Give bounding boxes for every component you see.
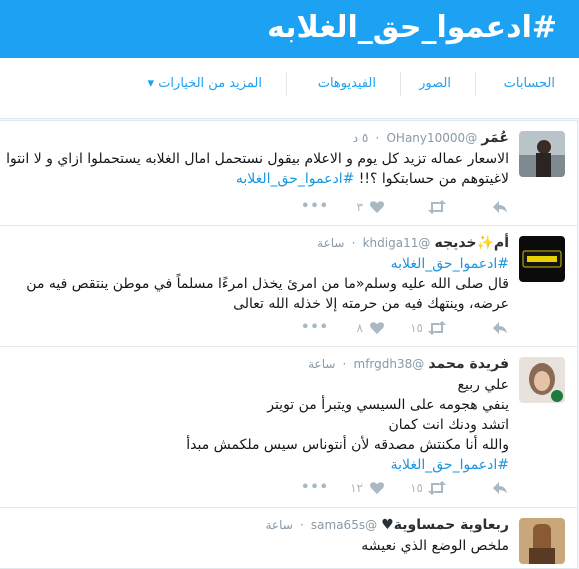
user-handle[interactable]: @mfrgdh38 <box>354 357 425 371</box>
more-icon[interactable]: ••• <box>301 480 329 496</box>
nav-divider <box>286 72 287 96</box>
tweet-line: ملخص الوضع الذي نعيشه <box>361 538 509 554</box>
hashtag-link[interactable]: #ادعموا_حق_الغلابة <box>186 455 509 475</box>
separator-dot: · <box>299 518 304 532</box>
tweet-line: الاسعار عماله تزيد كل يوم و الاعلام بيقو… <box>6 151 509 167</box>
tab-photos[interactable]: الصور <box>419 74 451 94</box>
tweet-time[interactable]: ساعة <box>317 236 344 250</box>
more-options-dropdown[interactable]: المزيد من الخيارات ▾ <box>148 74 262 94</box>
avatar[interactable] <box>519 518 565 564</box>
tweet-item[interactable]: ربعاوية حمساوية♥ @sama65s · ساعة ملخص ال… <box>0 507 578 569</box>
retweet-icon[interactable] <box>427 320 447 336</box>
tweet-line: عرضه، وينتهك فيه من حرمته إلا خذله الله … <box>233 296 509 312</box>
user-handle[interactable]: @khdiga11 <box>363 236 431 250</box>
tweet-time[interactable]: ساعة <box>265 518 292 532</box>
tweet-time[interactable]: ساعة <box>308 357 335 371</box>
tweet-text: ملخص الوضع الذي نعيشه <box>361 536 509 556</box>
user-handle[interactable]: @OHany10000 <box>386 131 477 145</box>
tab-videos[interactable]: الفيديوهات <box>318 74 376 94</box>
nav-divider <box>475 72 476 96</box>
tweet-text: الاسعار عماله تزيد كل يوم و الاعلام بيقو… <box>6 149 509 189</box>
tweet-line: والله أنا مكنتش مصدقه لأن أنتوناس سيس مل… <box>186 437 509 453</box>
like-count: ١٢ <box>350 481 363 495</box>
tweet-item[interactable]: عُمَر @OHany10000 · ٥ د الاسعار عماله تز… <box>0 120 578 226</box>
heart-icon[interactable] <box>369 480 385 496</box>
tweet-line: اتشد ودنك انت كمان <box>388 417 509 433</box>
separator-dot: · <box>342 357 347 371</box>
tweet-actions: ٣ ••• <box>69 199 509 215</box>
tweet-text: علي ربيع ينفي هجومه على السيسي ويتبرأ من… <box>186 375 509 475</box>
avatar[interactable] <box>519 357 565 403</box>
tweet-actions: ١٥ ٨ ••• <box>69 320 509 336</box>
tweet-line: قال صلى الله عليه وسلم«ما من امرئ يخذل ا… <box>26 276 509 292</box>
retweet-icon[interactable] <box>427 199 447 215</box>
tweet-item[interactable]: فريدة محمد @mfrgdh38 · ساعة علي ربيع ينف… <box>0 346 578 508</box>
reply-icon[interactable] <box>491 320 509 336</box>
tweet-actions: ١٥ ١٢ ••• <box>69 480 509 496</box>
user-name[interactable]: ربعاوية حمساوية♥ <box>381 517 509 533</box>
tweet-header: عُمَر @OHany10000 · ٥ د <box>353 129 509 148</box>
heart-icon[interactable] <box>369 320 385 336</box>
search-nav: الحسابات الصور الفيديوهات المزيد من الخي… <box>0 58 579 119</box>
tweet-line: لاغيتوهم من حسابتكوا ؟!! #ادعموا_حق_الغل… <box>6 169 509 189</box>
avatar[interactable] <box>519 236 565 282</box>
tweet-time[interactable]: ٥ د <box>353 131 369 145</box>
user-name[interactable]: عُمَر <box>481 130 509 146</box>
tweet-item[interactable]: أم✨خديجه @khdiga11 · ساعة #ادعموا_حق_الغ… <box>0 225 578 347</box>
retweet-icon[interactable] <box>427 480 447 496</box>
hashtag-link[interactable]: #ادعموا_حق_الغلابه <box>26 254 509 274</box>
avatar[interactable] <box>519 131 565 177</box>
retweet-count: ١٥ <box>410 321 423 335</box>
hashtag-link[interactable]: #ادعموا_حق_الغلابه <box>236 171 354 187</box>
user-name[interactable]: أم✨خديجه <box>434 235 509 251</box>
user-name[interactable]: فريدة محمد <box>428 356 509 372</box>
nav-divider <box>400 72 401 96</box>
heart-icon[interactable] <box>369 199 385 215</box>
tweet-text: #ادعموا_حق_الغلابه قال صلى الله عليه وسل… <box>26 254 509 314</box>
reply-icon[interactable] <box>491 480 509 496</box>
more-icon[interactable]: ••• <box>301 199 329 215</box>
like-count: ٣ <box>356 200 363 214</box>
retweet-count: ١٥ <box>410 481 423 495</box>
tab-accounts[interactable]: الحسابات <box>504 74 555 94</box>
tweet-line-text: لاغيتوهم من حسابتكوا ؟!! <box>358 171 509 187</box>
tweet-line: علي ربيع <box>457 377 509 393</box>
search-header: #ادعموا_حق_الغلابه <box>0 0 579 58</box>
tweet-header: أم✨خديجه @khdiga11 · ساعة <box>317 234 509 253</box>
separator-dot: · <box>351 236 356 250</box>
separator-dot: · <box>375 131 380 145</box>
like-count: ٨ <box>356 321 363 335</box>
user-handle[interactable]: @sama65s <box>311 518 377 532</box>
tweet-header: ربعاوية حمساوية♥ @sama65s · ساعة <box>265 516 509 535</box>
page-title: #ادعموا_حق_الغلابه <box>267 10 557 45</box>
tweet-header: فريدة محمد @mfrgdh38 · ساعة <box>308 355 509 374</box>
more-icon[interactable]: ••• <box>301 320 329 336</box>
tweet-line: ينفي هجومه على السيسي ويتبرأ من تويتر <box>267 397 509 413</box>
reply-icon[interactable] <box>491 199 509 215</box>
